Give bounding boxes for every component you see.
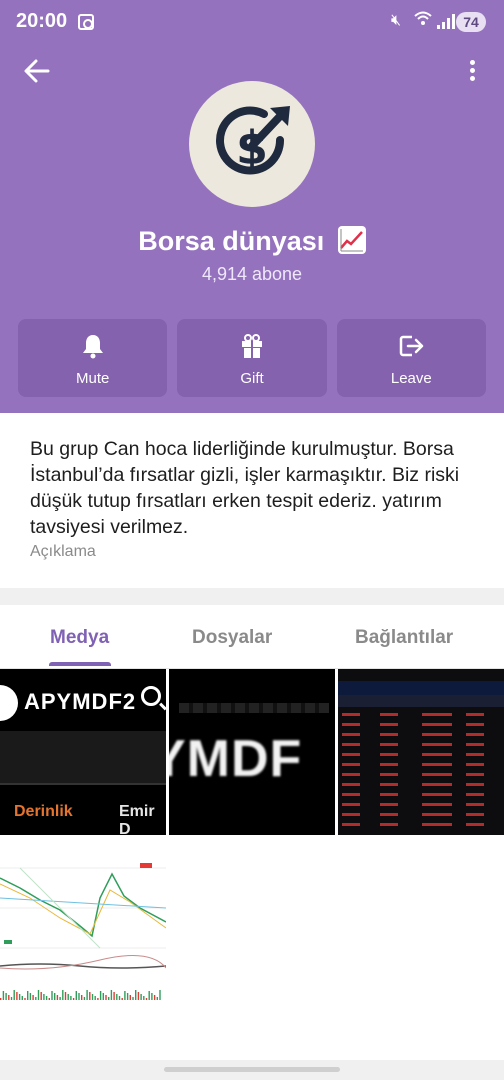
subscriber-count: 4,914 abone (201, 264, 303, 284)
description-caption: Açıklama (30, 543, 96, 560)
gift-button[interactable]: Gift (177, 319, 327, 397)
home-indicator[interactable] (164, 1067, 340, 1072)
search-icon (141, 686, 161, 706)
media-thumbnail[interactable]: YMDF (169, 669, 335, 835)
channel-title: Borsa dünyası (0, 226, 504, 257)
active-tab-indicator (49, 662, 111, 666)
stock-code: APYMDF2 (24, 689, 137, 714)
gift-icon (240, 333, 264, 364)
bell-icon (81, 333, 105, 364)
gift-label: Gift (240, 370, 264, 387)
media-thumbnail[interactable] (0, 838, 166, 1004)
order-tab-label: Emir D (119, 803, 155, 835)
about-section: Bu grup Can hoca liderliğinde kurulmuştu… (0, 413, 504, 588)
more-options-icon[interactable] (464, 60, 480, 86)
stock-logo-icon (0, 685, 18, 721)
mute-status-icon: 🔇︎ (391, 12, 402, 29)
leave-icon (398, 333, 424, 364)
screenshot-icon (78, 14, 94, 30)
channel-description: Bu grup Can hoca liderliğinde kurulmuştu… (30, 438, 460, 538)
mute-label: Mute (75, 370, 110, 387)
tab-links[interactable]: Bağlantılar (355, 627, 453, 649)
channel-header: 20:00 🔇︎ 74 $ Borsa dünyası 4,914 abone (0, 0, 504, 413)
mute-button[interactable]: Mute (18, 319, 168, 397)
dollar-growth-icon: $ (216, 106, 290, 175)
media-tabs: Medya Dosyalar Bağlantılar (0, 605, 504, 669)
battery-indicator: 74 (456, 12, 486, 32)
price-chart-image (0, 838, 166, 1004)
back-arrow-icon[interactable] (22, 56, 52, 86)
wifi-icon (414, 11, 432, 32)
zoomed-stock-code: YMDF (169, 730, 303, 788)
leave-label: Leave (390, 370, 432, 387)
signal-icon (437, 13, 455, 29)
tab-files[interactable]: Dosyalar (192, 627, 272, 649)
status-time: 20:00 (16, 10, 68, 32)
shared-media-section: Medya Dosyalar Bağlantılar APYMDF2 Derin… (0, 605, 504, 1060)
status-bar: 20:00 🔇︎ 74 (0, 0, 504, 44)
action-buttons: Mute Gift Leave (18, 319, 486, 397)
svg-text:$: $ (236, 121, 268, 175)
channel-avatar[interactable]: $ (189, 81, 315, 207)
chart-up-icon (337, 226, 366, 254)
media-thumbnail[interactable]: APYMDF2 Derinlik Emir D (0, 669, 166, 835)
media-thumbnail[interactable] (338, 669, 504, 835)
channel-name: Borsa dünyası (138, 226, 325, 256)
depth-tab-label: Derinlik (14, 803, 73, 820)
tab-media[interactable]: Medya (50, 627, 109, 649)
leave-button[interactable]: Leave (336, 319, 486, 397)
